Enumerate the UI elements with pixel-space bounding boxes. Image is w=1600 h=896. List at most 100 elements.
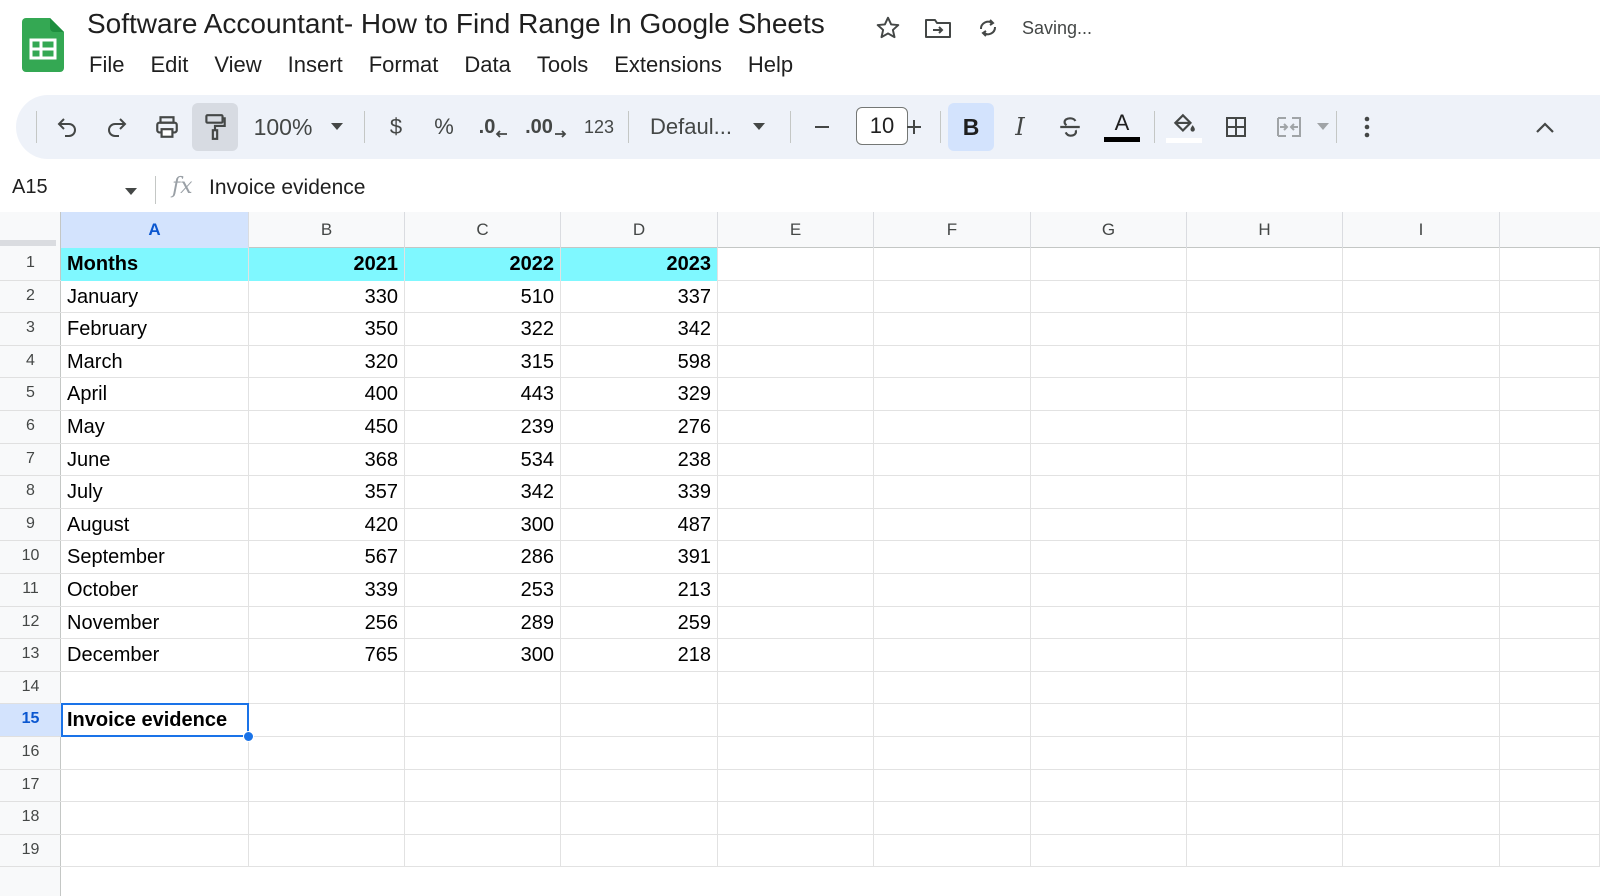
- cell[interactable]: 420: [249, 508, 405, 542]
- cell[interactable]: [1500, 345, 1600, 379]
- cell[interactable]: [61, 737, 249, 770]
- cell[interactable]: [1187, 378, 1343, 411]
- cell[interactable]: [874, 378, 1031, 411]
- increase-decimal-button[interactable]: .00: [522, 103, 570, 151]
- undo-icon[interactable]: [46, 103, 88, 151]
- chevron-down-icon[interactable]: [124, 184, 138, 202]
- cell[interactable]: [405, 704, 561, 737]
- cell[interactable]: 315: [405, 345, 561, 379]
- collapse-toolbar-icon[interactable]: [1526, 103, 1564, 151]
- cell[interactable]: [718, 280, 874, 314]
- row-header[interactable]: 9: [0, 509, 61, 542]
- cell[interactable]: [1187, 313, 1343, 346]
- paint-format-icon[interactable]: [192, 103, 238, 151]
- cell[interactable]: [1031, 802, 1187, 835]
- row-header[interactable]: 1: [0, 248, 61, 281]
- cell[interactable]: [718, 345, 874, 379]
- cell[interactable]: July: [61, 476, 249, 509]
- more-options-icon[interactable]: [1350, 103, 1384, 151]
- cell[interactable]: [874, 834, 1031, 868]
- cell[interactable]: [1500, 606, 1600, 640]
- cell[interactable]: 510: [405, 280, 561, 314]
- cell[interactable]: [1031, 834, 1187, 868]
- column-header-f[interactable]: F: [874, 212, 1031, 248]
- select-all-corner[interactable]: [0, 212, 61, 248]
- cell[interactable]: [561, 671, 718, 705]
- cell[interactable]: [1500, 704, 1600, 737]
- cell[interactable]: [718, 443, 874, 477]
- cell[interactable]: [718, 411, 874, 444]
- merge-cells-icon[interactable]: [1264, 103, 1314, 151]
- cell[interactable]: August: [61, 508, 249, 542]
- cell[interactable]: [1500, 834, 1600, 868]
- cell[interactable]: [405, 671, 561, 705]
- header-cell[interactable]: 2022: [405, 248, 561, 281]
- cell[interactable]: [1031, 606, 1187, 640]
- bold-button[interactable]: B: [948, 103, 994, 151]
- formula-input[interactable]: Invoice evidence: [209, 176, 365, 200]
- cell[interactable]: 286: [405, 541, 561, 574]
- column-header-g[interactable]: G: [1031, 212, 1187, 248]
- cell[interactable]: [561, 704, 718, 737]
- decrease-decimal-button[interactable]: .0: [472, 103, 516, 151]
- cell[interactable]: [1031, 443, 1187, 477]
- cell[interactable]: [405, 737, 561, 770]
- cell[interactable]: [718, 606, 874, 640]
- cell[interactable]: [61, 834, 249, 868]
- zoom-select[interactable]: 100%: [250, 103, 316, 151]
- cell[interactable]: [1500, 443, 1600, 477]
- menu-file[interactable]: File: [76, 50, 137, 80]
- cell[interactable]: December: [61, 639, 249, 672]
- menu-data[interactable]: Data: [451, 50, 523, 80]
- cell[interactable]: [874, 411, 1031, 444]
- cell[interactable]: 330: [249, 280, 405, 314]
- cell[interactable]: June: [61, 443, 249, 477]
- cell[interactable]: [1343, 574, 1500, 607]
- row-header[interactable]: 16: [0, 737, 61, 770]
- cell[interactable]: [1343, 248, 1500, 281]
- cell[interactable]: [1343, 606, 1500, 640]
- cell[interactable]: [61, 769, 249, 803]
- cell[interactable]: [1343, 671, 1500, 705]
- cell[interactable]: [1343, 280, 1500, 314]
- cell[interactable]: January: [61, 280, 249, 314]
- cell[interactable]: [1343, 443, 1500, 477]
- cell[interactable]: 487: [561, 508, 718, 542]
- cell[interactable]: [874, 574, 1031, 607]
- cell[interactable]: [718, 476, 874, 509]
- cell[interactable]: [1500, 769, 1600, 803]
- cell[interactable]: [718, 574, 874, 607]
- cell[interactable]: [1187, 248, 1343, 281]
- menu-format[interactable]: Format: [356, 50, 452, 80]
- cell[interactable]: [561, 769, 718, 803]
- chevron-down-icon[interactable]: [746, 103, 772, 151]
- cell[interactable]: [1500, 476, 1600, 509]
- cell[interactable]: [1343, 704, 1500, 737]
- cell[interactable]: [874, 476, 1031, 509]
- column-header-h[interactable]: H: [1187, 212, 1343, 248]
- cell[interactable]: [1031, 541, 1187, 574]
- cell[interactable]: [1187, 508, 1343, 542]
- cell[interactable]: [874, 639, 1031, 672]
- cell[interactable]: [1343, 834, 1500, 868]
- cell[interactable]: [1500, 639, 1600, 672]
- cell[interactable]: [1031, 313, 1187, 346]
- cell[interactable]: [718, 802, 874, 835]
- borders-icon[interactable]: [1214, 103, 1258, 151]
- move-folder-icon[interactable]: [922, 12, 954, 44]
- cell[interactable]: [874, 313, 1031, 346]
- cell[interactable]: [1500, 574, 1600, 607]
- row-header[interactable]: 5: [0, 378, 61, 411]
- cell[interactable]: [1031, 737, 1187, 770]
- column-header-c[interactable]: C: [405, 212, 561, 248]
- menu-insert[interactable]: Insert: [275, 50, 356, 80]
- cell[interactable]: [718, 541, 874, 574]
- cell[interactable]: 342: [405, 476, 561, 509]
- text-color-button[interactable]: A: [1098, 103, 1146, 151]
- cell[interactable]: [1031, 280, 1187, 314]
- cell[interactable]: [1500, 802, 1600, 835]
- cell[interactable]: [1343, 802, 1500, 835]
- currency-button[interactable]: $: [376, 103, 416, 151]
- cell[interactable]: [1187, 834, 1343, 868]
- cell[interactable]: [1343, 345, 1500, 379]
